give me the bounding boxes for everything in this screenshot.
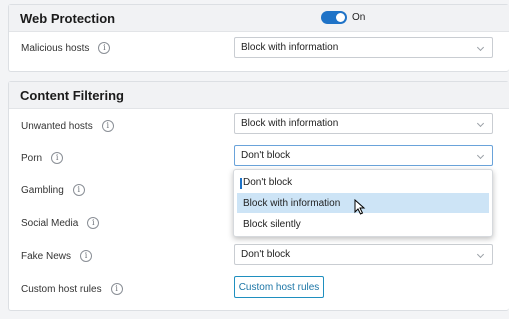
dropdown-option-block-silently[interactable]: Block silently <box>237 214 489 234</box>
web-protection-toggle[interactable] <box>321 11 347 24</box>
toggle-label: On <box>352 12 366 23</box>
content-filtering-header: Content Filtering <box>9 82 509 109</box>
custom-host-rules-button[interactable]: Custom host rules <box>234 276 324 298</box>
dropdown-option-dont-block[interactable]: Don't block <box>237 172 489 192</box>
web-protection-panel: Web Protection On Malicious hosts i Bloc… <box>8 4 509 72</box>
social-media-label: Social Media i <box>21 215 100 231</box>
fake-news-label: Fake News i <box>21 248 93 264</box>
fake-news-select[interactable]: Don't block <box>234 244 493 265</box>
info-icon[interactable]: i <box>110 283 123 295</box>
web-protection-toggle-group[interactable]: On <box>321 11 365 24</box>
chevron-down-icon <box>476 151 485 160</box>
mouse-cursor-icon <box>354 199 366 215</box>
chevron-down-icon <box>476 250 485 259</box>
custom-host-rules-text: Custom host rules <box>21 283 102 295</box>
info-icon[interactable]: i <box>72 184 85 196</box>
toggle-knob <box>336 13 345 22</box>
porn-value: Don't block <box>241 150 291 161</box>
porn-text: Porn <box>21 152 43 164</box>
option-label: Block with information <box>243 197 341 209</box>
malicious-hosts-text: Malicious hosts <box>21 42 90 54</box>
unwanted-hosts-label: Unwanted hosts i <box>21 118 114 134</box>
info-icon[interactable]: i <box>87 217 100 229</box>
malicious-hosts-label: Malicious hosts i <box>21 40 111 56</box>
malicious-hosts-value: Block with information <box>241 42 339 53</box>
selected-indicator <box>240 178 242 189</box>
gambling-text: Gambling <box>21 184 64 196</box>
web-protection-header: Web Protection On <box>9 5 509 32</box>
info-icon[interactable]: i <box>51 152 64 164</box>
chevron-down-icon <box>476 119 485 128</box>
fake-news-value: Don't block <box>241 249 291 260</box>
info-icon[interactable]: i <box>101 120 114 132</box>
web-protection-title: Web Protection <box>20 10 116 26</box>
social-media-text: Social Media <box>21 217 79 229</box>
porn-select[interactable]: Don't block <box>234 145 493 166</box>
content-filtering-title: Content Filtering <box>20 87 124 103</box>
unwanted-hosts-value: Block with information <box>241 118 339 129</box>
malicious-hosts-select[interactable]: Block with information <box>234 37 493 58</box>
chevron-down-icon <box>476 43 485 52</box>
unwanted-hosts-select[interactable]: Block with information <box>234 113 493 134</box>
info-icon[interactable]: i <box>80 250 93 262</box>
info-icon[interactable]: i <box>98 42 111 54</box>
option-label: Don't block <box>243 176 293 188</box>
gambling-label: Gambling i <box>21 182 85 198</box>
custom-host-rules-label: Custom host rules i <box>21 281 123 297</box>
fake-news-text: Fake News <box>21 250 72 262</box>
option-label: Block silently <box>243 218 301 230</box>
unwanted-hosts-text: Unwanted hosts <box>21 120 93 132</box>
porn-label: Porn i <box>21 150 64 166</box>
